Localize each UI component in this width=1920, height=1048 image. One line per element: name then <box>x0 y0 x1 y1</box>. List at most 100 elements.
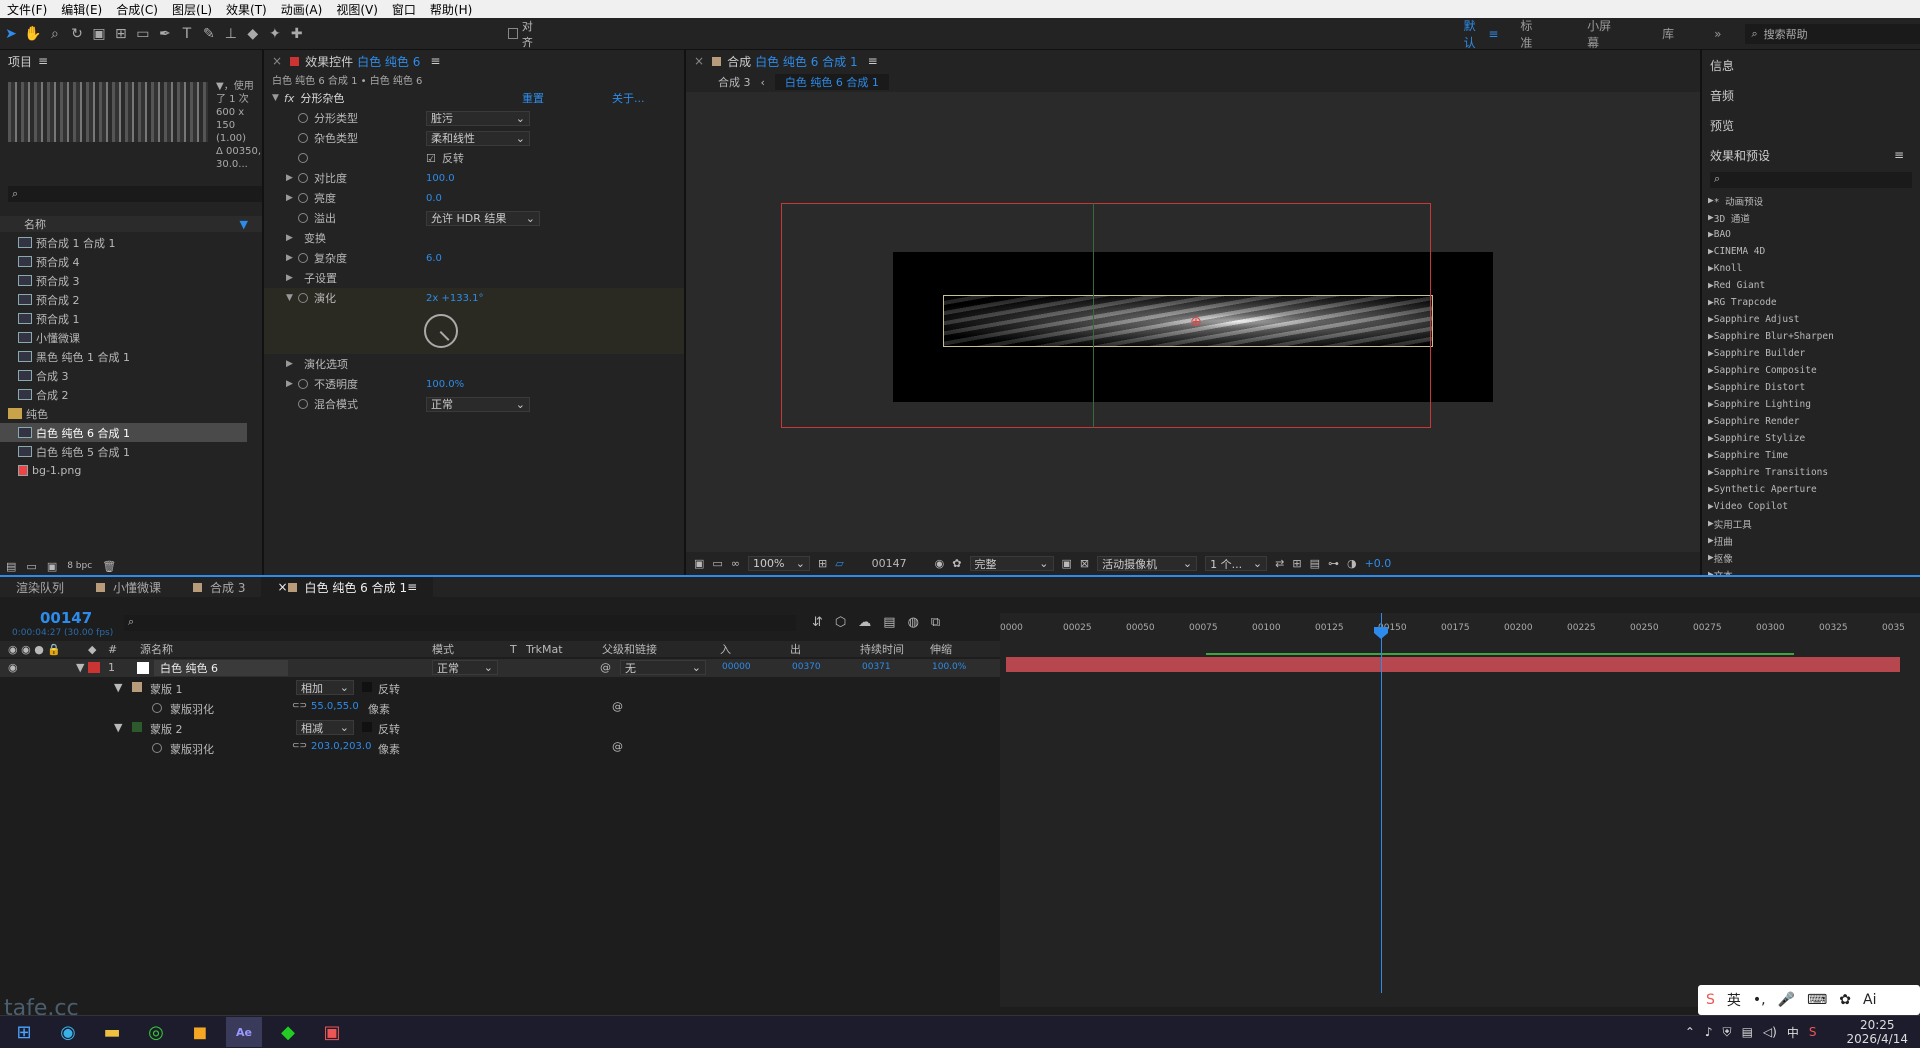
color-channel-icon[interactable]: ✿ <box>952 557 961 570</box>
effects-category[interactable]: ▶ CINEMA 4D <box>1702 243 1920 260</box>
workspace-small-screen[interactable]: 小屏幕 <box>1587 17 1612 51</box>
fx-property-row[interactable]: ▶ 演化选项 <box>264 354 684 374</box>
menu-item[interactable]: 帮助(H) <box>423 1 479 18</box>
shy-icon[interactable]: ☁ <box>858 615 871 630</box>
link-icon[interactable]: ⊂⊃ <box>292 701 307 711</box>
preview-panel-tab[interactable]: 预览 <box>1702 110 1920 140</box>
layer-duration[interactable]: 00371 <box>862 662 891 672</box>
timeline-icon[interactable]: ▤ <box>1310 557 1320 570</box>
interpret-footage-icon[interactable]: ▤ <box>6 560 16 573</box>
help-search-input[interactable]: 搜索帮助 <box>1764 26 1808 42</box>
effects-category[interactable]: ▶ Sapphire Render <box>1702 413 1920 430</box>
collapse-triangle-icon[interactable]: ▼ <box>76 661 84 674</box>
close-icon[interactable]: × <box>694 54 704 68</box>
fx-property-row[interactable]: 混合模式 正常 ⌄ <box>264 394 684 414</box>
expand-triangle-icon[interactable]: ▶ <box>286 273 298 283</box>
fx-property-row[interactable]: ▶ 亮度 0.0 <box>264 188 684 208</box>
project-item[interactable]: 预合成 4 <box>0 252 262 271</box>
menu-item[interactable]: 合成(C) <box>109 1 165 18</box>
menu-item[interactable]: 效果(T) <box>219 1 274 18</box>
stopwatch-icon[interactable] <box>298 379 308 389</box>
browser-icon[interactable]: ◎ <box>138 1017 174 1047</box>
menu-item[interactable]: 动画(A) <box>274 1 330 18</box>
col-parent[interactable]: 父级和链接 <box>602 641 657 657</box>
fx-property-row[interactable]: ▶ 对比度 100.0 <box>264 168 684 188</box>
mask-invert-checkbox[interactable] <box>362 682 372 692</box>
pickwhip-icon[interactable]: @ <box>612 740 623 753</box>
store-icon[interactable]: ◼ <box>182 1017 218 1047</box>
effects-category[interactable]: ▶ Synthetic Aperture <box>1702 481 1920 498</box>
selection-tool-icon[interactable]: ➤ <box>0 22 22 46</box>
menu-item[interactable]: 窗口 <box>385 1 423 18</box>
ime-tray-icon[interactable]: 中 <box>1787 1024 1799 1041</box>
col-out[interactable]: 出 <box>790 641 801 657</box>
timeline-graph[interactable]: 0000 00025 00050 00075 00100 00125 00150 00175 0… <box>1000 613 1920 1007</box>
fx-property-row[interactable]: ▶ 子设置 <box>264 268 684 288</box>
effects-category[interactable]: ▶ RG Trapcode <box>1702 294 1920 311</box>
menu-item[interactable]: 视图(V) <box>329 1 385 18</box>
project-item[interactable]: 预合成 1 合成 1 <box>0 233 262 252</box>
effects-category[interactable]: ▶ Sapphire Composite <box>1702 362 1920 379</box>
flowchart-icon[interactable]: ⊶ <box>1328 557 1339 570</box>
project-item[interactable]: 合成 2 <box>0 385 262 404</box>
effects-category[interactable]: ▶ Sapphire Blur+Sharpen <box>1702 328 1920 345</box>
help-search[interactable]: ⌕ 搜索帮助 <box>1745 23 1920 44</box>
camera-select[interactable]: 活动摄像机 ⌄ <box>1097 556 1198 571</box>
roto-brush-tool-icon[interactable]: ✦ <box>264 22 286 46</box>
transparency-grid-icon[interactable]: ⊠ <box>1080 557 1089 570</box>
parent-select[interactable]: 无 ⌄ <box>620 660 706 675</box>
fx-property-value[interactable]: 2x +133.1° <box>426 293 483 304</box>
layer-stretch[interactable]: 100.0% <box>932 662 966 672</box>
media-app-icon[interactable]: ▣ <box>314 1017 350 1047</box>
workspace-standard[interactable]: 标准 <box>1520 17 1537 51</box>
fx-property-dropdown[interactable]: 正常 ⌄ <box>426 396 530 412</box>
ime-mode[interactable]: 英 <box>1727 990 1741 1010</box>
clock[interactable]: 20:25 2026/4/14 <box>1846 1018 1908 1046</box>
project-item[interactable]: 白色 纯色 5 合成 1 <box>0 442 262 461</box>
resolution-select[interactable]: 完整 ⌄ <box>969 556 1054 571</box>
chevron-up-icon[interactable]: ⌃ <box>1685 1025 1695 1039</box>
workspace-library[interactable]: 库 <box>1662 25 1674 42</box>
layer-duration-bar[interactable] <box>1006 657 1900 672</box>
project-item[interactable]: 纯色 <box>0 404 262 423</box>
effect-controls-tab[interactable]: × 效果控件 白色 纯色 6 ≡ <box>264 50 684 72</box>
effects-category[interactable]: ▶ 扭曲 <box>1702 532 1920 549</box>
fx-property-row[interactable]: ▶ 复杂度 6.0 <box>264 248 684 268</box>
fx-reset-button[interactable]: 重置 <box>522 90 544 106</box>
views-select[interactable]: 1 个... ⌄ <box>1205 556 1268 571</box>
col-mode[interactable]: 模式 <box>432 641 454 657</box>
project-item[interactable]: 预合成 1 <box>0 309 262 328</box>
close-icon[interactable]: × <box>272 54 282 68</box>
mask-row[interactable]: ▼ 蒙版 2 相减 ⌄ 反转 <box>0 718 1000 738</box>
monitor-icon[interactable]: ▭ <box>712 557 722 570</box>
sogou-tray-icon[interactable]: S <box>1809 1025 1817 1039</box>
collapse-triangle-icon[interactable]: ▼ <box>114 681 122 694</box>
project-item[interactable]: bg-1.png <box>0 461 262 480</box>
layer-bounding-box[interactable] <box>781 203 1431 428</box>
fx-property-row[interactable]: ▼ 演化 2x +133.1° <box>264 288 684 308</box>
effects-category[interactable]: ▶ Knoll <box>1702 260 1920 277</box>
composition-tab[interactable]: × 合成 白色 纯色 6 合成 1 ≡ <box>686 50 1700 72</box>
project-tab[interactable]: 项目 ≡ <box>0 50 262 72</box>
stopwatch-icon[interactable] <box>298 293 308 303</box>
effects-category[interactable]: ▶ Sapphire Transitions <box>1702 464 1920 481</box>
stopwatch-icon[interactable] <box>298 153 308 163</box>
align-checkbox[interactable] <box>507 28 518 39</box>
frame-blending-icon[interactable]: ▤ <box>883 615 895 630</box>
timeline-tab[interactable]: 合成 3 <box>177 577 261 597</box>
current-time-indicator[interactable] <box>1381 613 1382 993</box>
stopwatch-icon[interactable] <box>298 253 308 263</box>
punctuation-icon[interactable]: •, <box>1753 992 1766 1008</box>
col-in[interactable]: 入 <box>720 641 731 657</box>
close-icon[interactable]: × <box>277 580 287 594</box>
file-explorer-icon[interactable]: ▬ <box>94 1017 130 1047</box>
fx-property-row[interactable]: ▶ 变换 <box>264 228 684 248</box>
exposure-icon[interactable]: ◑ <box>1347 557 1357 570</box>
layer-name[interactable]: 白色 纯色 6 <box>154 660 288 676</box>
fx-property-dropdown[interactable]: 允许 HDR 结果 ⌄ <box>426 210 540 226</box>
always-preview-icon[interactable]: ▣ <box>694 557 704 570</box>
timeline-tab[interactable]: 小懂微课 <box>80 577 177 597</box>
link-icon[interactable]: ⊂⊃ <box>292 741 307 751</box>
mask-name[interactable]: 蒙版 1 <box>150 681 183 697</box>
effects-search-input[interactable]: ⌕ <box>1710 172 1912 188</box>
